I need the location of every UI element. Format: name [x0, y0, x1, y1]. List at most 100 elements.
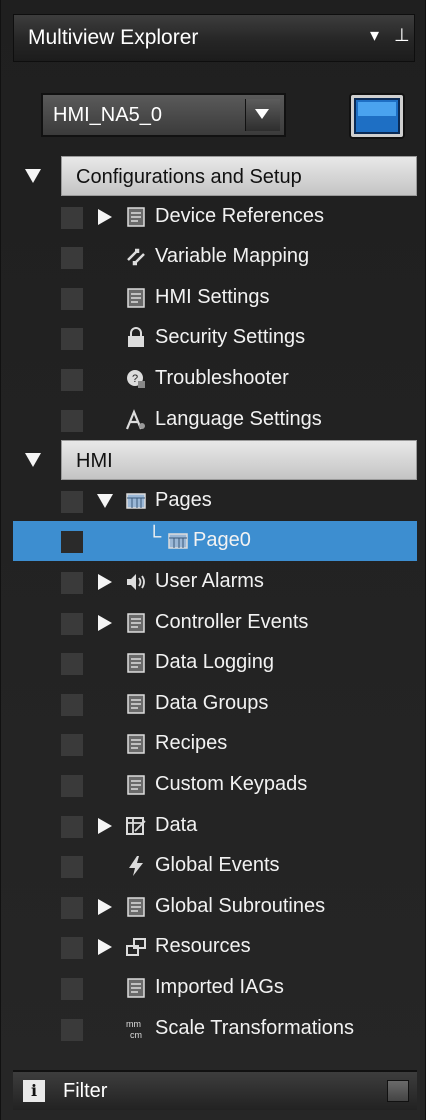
filter-label: Filter — [63, 1080, 108, 1102]
expand-arrow-icon[interactable] — [97, 938, 113, 961]
global-subroutines-icon — [125, 896, 147, 918]
tree-item-user-alarms[interactable]: User Alarms — [13, 562, 417, 602]
recipes-icon — [125, 733, 147, 755]
info-icon[interactable]: i — [23, 1080, 45, 1102]
tree-item-label: Recipes — [155, 732, 228, 755]
panel-title-bar: Multiview Explorer ▾ ⊥ — [13, 14, 415, 62]
tree-item-label: Pages — [155, 488, 212, 511]
device-selector-value: HMI_NA5_0 — [53, 104, 162, 126]
tree-item-label: HMI Settings — [155, 285, 270, 308]
svg-text:mm: mm — [126, 1019, 141, 1029]
page-icon — [167, 530, 189, 552]
section-header-configurations[interactable]: Configurations and Setup — [13, 156, 417, 196]
expand-arrow-icon[interactable] — [97, 817, 113, 840]
chevron-down-icon — [255, 109, 269, 119]
tree-item-recipes[interactable]: Recipes — [13, 724, 417, 764]
expand-arrow-icon[interactable] — [97, 208, 113, 231]
device-screen-icon[interactable] — [349, 93, 405, 139]
tree-item-scale-transformations[interactable]: mm cm Scale Transformations — [13, 1009, 417, 1049]
security-settings-icon — [125, 327, 147, 349]
tree-item-global-events[interactable]: Global Events — [13, 846, 417, 886]
tree-item-hmi-settings[interactable]: HMI Settings — [13, 278, 417, 318]
item-checkbox[interactable] — [61, 978, 83, 1000]
imported-iags-icon — [125, 977, 147, 999]
collapse-arrow-icon[interactable] — [97, 492, 113, 515]
item-checkbox[interactable] — [61, 734, 83, 757]
section-header-band: HMI — [61, 440, 417, 481]
tree-connector: └ — [147, 526, 162, 549]
tree-item-label: Device References — [155, 204, 324, 227]
section-header-hmi[interactable]: HMI — [13, 440, 417, 481]
item-checkbox[interactable] — [61, 693, 83, 716]
item-checkbox[interactable] — [61, 815, 83, 838]
tree-item-label: Security Settings — [155, 326, 306, 349]
expand-arrow-icon[interactable] — [97, 573, 113, 596]
svg-text:cm: cm — [130, 1030, 142, 1040]
tree-item-data-logging[interactable]: Data Logging — [13, 643, 417, 683]
controller-events-icon — [125, 612, 147, 634]
tree-item-variable-mapping[interactable]: Variable Mapping — [13, 237, 417, 277]
section-header-label: Configurations and Setup — [76, 166, 302, 188]
multiview-explorer-panel: Multiview Explorer ▾ ⊥ HMI_NA5_0 Configu… — [0, 0, 426, 1120]
tree-item-label: Data Groups — [155, 691, 269, 714]
device-selector[interactable]: HMI_NA5_0 — [41, 93, 286, 137]
device-references-icon — [125, 206, 147, 228]
tree-item-global-subroutines[interactable]: Global Subroutines — [13, 887, 417, 927]
tree-item-pages[interactable]: Pages — [13, 481, 417, 521]
tree-item-label: Global Events — [155, 854, 280, 877]
item-checkbox[interactable] — [61, 653, 83, 676]
expand-arrow-icon[interactable] — [25, 451, 41, 474]
user-alarms-icon — [125, 571, 147, 593]
tree-item-label: Custom Keypads — [155, 773, 308, 795]
tree-item-device-references[interactable]: Device References — [13, 197, 417, 237]
item-checkbox[interactable] — [61, 490, 83, 513]
tree-item-custom-keypads[interactable]: Custom Keypads — [13, 765, 417, 805]
tree-item-security-settings[interactable]: Security Settings — [13, 318, 417, 358]
tree-item-data[interactable]: Data — [13, 806, 417, 846]
expand-arrow-icon[interactable] — [97, 614, 113, 637]
item-checkbox[interactable] — [61, 572, 83, 594]
item-checkbox[interactable] — [61, 775, 83, 797]
item-checkbox[interactable] — [61, 206, 83, 229]
item-checkbox[interactable] — [61, 531, 83, 554]
tree-item-controller-events[interactable]: Controller Events — [13, 603, 417, 643]
tree-item-label: Global Subroutines — [155, 894, 326, 917]
device-dropdown-button[interactable] — [245, 99, 280, 131]
item-checkbox[interactable] — [61, 937, 83, 960]
expand-arrow-icon[interactable] — [97, 898, 113, 921]
tree-item-data-groups[interactable]: Data Groups — [13, 684, 417, 724]
item-checkbox[interactable] — [61, 287, 83, 310]
item-checkbox[interactable] — [61, 612, 83, 635]
item-checkbox[interactable] — [61, 896, 83, 919]
tree-item-label: Controller Events — [155, 610, 309, 633]
tree-item-label: Resources — [155, 935, 251, 958]
item-checkbox[interactable] — [61, 1018, 83, 1041]
tree-item-imported-iags[interactable]: Imported IAGs — [13, 968, 417, 1008]
data-icon — [125, 815, 147, 837]
tree-item-label: Variable Mapping — [155, 245, 310, 268]
tree-item-troubleshooter[interactable]: ? Troubleshooter — [13, 359, 417, 399]
tree-item-language-settings[interactable]: Language Settings — [13, 400, 417, 440]
item-checkbox[interactable] — [61, 856, 83, 879]
data-logging-icon — [125, 652, 147, 674]
item-checkbox[interactable] — [61, 247, 83, 270]
language-settings-icon — [125, 408, 147, 431]
tree-item-page0[interactable]: └ Page0 — [13, 521, 417, 562]
tree-item-label: Page0 — [193, 529, 251, 552]
item-checkbox[interactable] — [61, 328, 83, 351]
tree-item-label: User Alarms — [155, 570, 264, 592]
filter-pin-icon[interactable] — [387, 1080, 409, 1102]
scale-transformations-icon: mm cm — [125, 1018, 147, 1040]
item-checkbox[interactable] — [61, 409, 83, 432]
panel-title: Multiview Explorer — [28, 26, 199, 49]
item-checkbox[interactable] — [61, 369, 83, 391]
variable-mapping-icon — [125, 246, 147, 268]
filter-bar[interactable]: i Filter — [13, 1070, 417, 1110]
pin-icon[interactable]: ⊥ — [394, 25, 410, 46]
tree-item-label: Troubleshooter — [155, 367, 289, 389]
expand-arrow-icon[interactable] — [25, 167, 41, 190]
pages-icon — [125, 490, 147, 512]
tree-item-resources[interactable]: Resources — [13, 927, 417, 967]
tree-item-label: Data — [155, 813, 198, 836]
dropdown-arrow-icon[interactable]: ▾ — [370, 25, 379, 46]
